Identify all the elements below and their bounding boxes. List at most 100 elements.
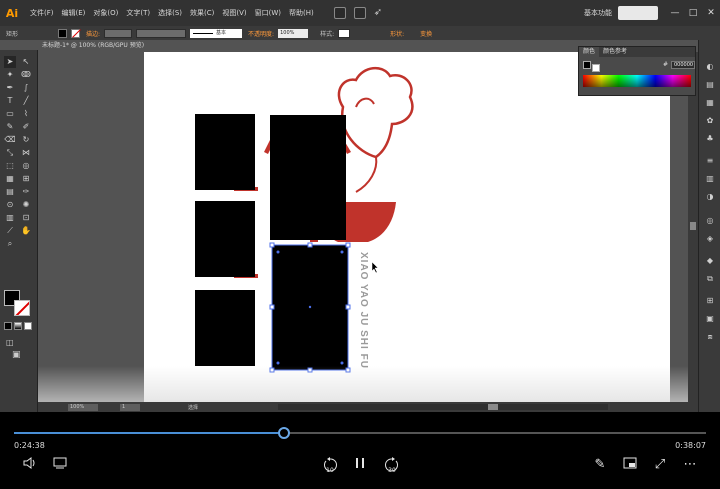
shaper-icon[interactable]: ✐	[20, 121, 32, 133]
eyedropper-icon[interactable]: ✑	[20, 186, 32, 198]
brushes-icon[interactable]: ✿	[704, 116, 716, 126]
selection-tool-icon[interactable]: ➤	[4, 56, 16, 68]
align-panel-icon[interactable]: ▣	[704, 314, 716, 324]
direct-selection-tool-icon[interactable]: ↖	[20, 56, 32, 68]
mesh-icon[interactable]: ⊞	[20, 173, 32, 185]
artboard-icon[interactable]: ⊡	[20, 212, 32, 224]
hex-color-input[interactable]: 000000	[671, 61, 695, 69]
rotate-icon[interactable]: ↻	[20, 134, 32, 146]
shape-builder-icon[interactable]: ◎	[20, 160, 32, 172]
lasso-icon[interactable]: ↂ	[20, 69, 32, 81]
edit-pen-icon[interactable]: ✎	[590, 457, 610, 473]
slice-icon[interactable]: ⟋	[4, 225, 16, 237]
gradient-mode-icon[interactable]	[14, 322, 22, 330]
paintbrush-icon[interactable]: ⌇	[20, 108, 32, 120]
menu-file[interactable]: 文件(F)	[26, 8, 58, 18]
menu-edit[interactable]: 编辑(E)	[58, 8, 90, 18]
workspace-switcher[interactable]: 基本功能	[584, 8, 612, 18]
stroke-color-swatch[interactable]	[71, 28, 81, 38]
minimize-button[interactable]: —	[666, 8, 684, 18]
menu-type[interactable]: 文字(T)	[122, 8, 154, 18]
skip-forward-icon[interactable]: 30	[382, 457, 402, 474]
eraser-icon[interactable]: ⌫	[4, 134, 16, 146]
width-icon[interactable]: ⋈	[20, 147, 32, 159]
line-icon[interactable]: ╱	[20, 95, 32, 107]
color-guide-icon[interactable]: ▤	[704, 80, 716, 90]
graphic-style-field[interactable]	[338, 28, 351, 38]
screen-mode-icon[interactable]: ▣	[12, 350, 21, 360]
subtitles-icon[interactable]	[50, 457, 70, 473]
stroke-weight-field[interactable]	[104, 28, 133, 38]
maximize-button[interactable]: □	[684, 8, 702, 18]
tab-color-guide[interactable]: 颜色参考	[599, 47, 631, 57]
color-mode-icon[interactable]	[4, 322, 12, 330]
menu-object[interactable]: 对象(O)	[89, 8, 122, 18]
rectangle-icon[interactable]: ▭	[4, 108, 16, 120]
horizontal-scrollbar[interactable]	[278, 404, 608, 410]
draw-mode-icon[interactable]: ◫	[6, 338, 14, 347]
curvature-icon[interactable]: ∫	[20, 82, 32, 94]
stroke-label[interactable]: 描边:	[86, 29, 100, 38]
bridge-icon[interactable]	[333, 7, 346, 19]
seek-bar-knob[interactable]	[277, 427, 290, 439]
stroke-swatch[interactable]	[14, 300, 30, 316]
menu-effect[interactable]: 效果(C)	[186, 8, 218, 18]
vertical-scrollbar[interactable]	[688, 52, 698, 402]
menu-view[interactable]: 视图(V)	[218, 8, 250, 18]
variable-width-field[interactable]	[136, 28, 187, 38]
pause-icon[interactable]	[352, 457, 368, 473]
shape-label[interactable]: 形状:	[390, 29, 404, 38]
swatches-icon[interactable]: ▦	[704, 98, 716, 108]
color-panel-stroke-swatch[interactable]	[592, 64, 600, 72]
opacity-field[interactable]: 100%	[278, 28, 309, 38]
pen-icon[interactable]: ✒	[4, 82, 16, 94]
color-panel-icon[interactable]: ◐	[704, 62, 716, 72]
stroke-panel-icon[interactable]: ≡	[704, 156, 716, 166]
document-tab[interactable]: 未标题-1* @ 100% (RGB/GPU 预览)	[38, 40, 148, 52]
close-button[interactable]: ✕	[702, 8, 720, 18]
color-spectrum[interactable]	[583, 75, 691, 87]
free-transform-icon[interactable]: ⬚	[4, 160, 16, 172]
artboard-nav-field[interactable]: 1	[120, 403, 140, 411]
volume-icon[interactable]	[20, 457, 40, 473]
vertical-scroll-thumb[interactable]	[690, 222, 696, 230]
menu-help[interactable]: 帮助(H)	[285, 8, 318, 18]
perspective-icon[interactable]: ▦	[4, 173, 16, 185]
blend-icon[interactable]: ⊙	[4, 199, 16, 211]
graphic-styles-icon[interactable]: ◈	[704, 234, 716, 244]
menu-select[interactable]: 选择(S)	[154, 8, 186, 18]
transform-label[interactable]: 变换	[420, 29, 432, 38]
hand-icon[interactable]: ✋	[20, 225, 32, 237]
gradient-icon[interactable]: ▤	[4, 186, 16, 198]
color-panel-fill-swatch[interactable]	[583, 61, 591, 69]
brush-definition-field[interactable]: 基本	[190, 28, 243, 38]
fullscreen-icon[interactable]: ⤢	[650, 457, 670, 473]
symbol-sprayer-icon[interactable]: ✺	[20, 199, 32, 211]
type-icon[interactable]: T	[4, 95, 16, 107]
menu-window[interactable]: 窗口(W)	[251, 8, 285, 18]
zoom-icon[interactable]: ⌕	[4, 238, 16, 250]
pencil-icon[interactable]: ✎	[4, 121, 16, 133]
pathfinder-icon[interactable]: ⧈	[704, 332, 716, 342]
mini-player-icon[interactable]	[620, 457, 640, 473]
canvas[interactable]: XIAO YAO JU SHI FU	[38, 52, 698, 402]
horizontal-scroll-thumb[interactable]	[488, 404, 498, 410]
transparency-icon[interactable]: ◑	[704, 192, 716, 202]
opacity-label[interactable]: 不透明度:	[248, 29, 274, 38]
more-options-icon[interactable]: ⋯	[680, 457, 700, 473]
none-mode-icon[interactable]	[24, 322, 32, 330]
symbols-icon[interactable]: ♣	[704, 134, 716, 144]
magic-wand-icon[interactable]: ✦	[4, 69, 16, 81]
artboards-icon[interactable]: ⧉	[704, 274, 716, 284]
search-input[interactable]	[618, 6, 658, 20]
graph-icon[interactable]: ▥	[4, 212, 16, 224]
scale-icon[interactable]: ⤡	[4, 147, 16, 159]
seek-bar[interactable]	[14, 427, 706, 439]
fill-color-swatch[interactable]	[58, 28, 68, 38]
appearance-icon[interactable]: ◎	[704, 216, 716, 226]
arrange-documents-icon[interactable]	[353, 7, 366, 19]
skip-back-icon[interactable]: 10	[320, 457, 340, 474]
gpu-rocket-icon[interactable]: ➶	[374, 7, 382, 19]
transform-panel-icon[interactable]: ⊞	[704, 296, 716, 306]
layers-icon[interactable]: ◆	[704, 256, 716, 266]
